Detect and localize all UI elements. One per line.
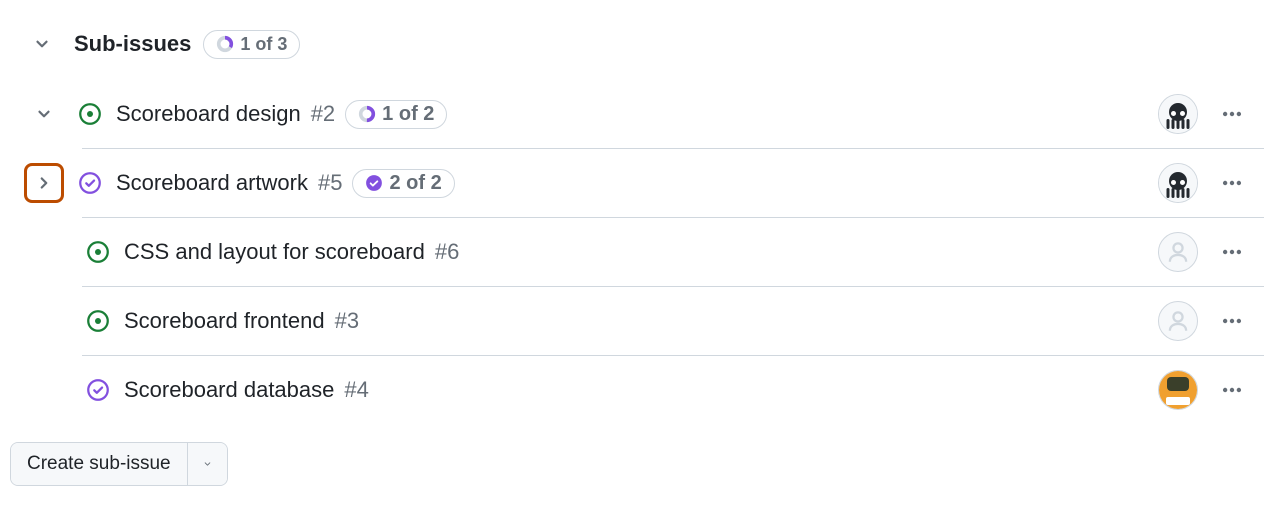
person-icon <box>1165 308 1191 334</box>
create-sub-issue-dropdown[interactable] <box>187 443 227 485</box>
issue-closed-icon <box>84 376 112 404</box>
progress-complete-icon <box>365 174 383 192</box>
kebab-icon <box>1221 103 1243 125</box>
assignee-avatar[interactable] <box>1158 163 1198 203</box>
create-sub-issue-button[interactable]: Create sub-issue <box>11 443 187 485</box>
issue-number: #3 <box>335 308 359 334</box>
issue-open-icon <box>76 100 104 128</box>
kebab-icon <box>1221 310 1243 332</box>
row-actions-button[interactable] <box>1210 241 1254 263</box>
octocat-icon <box>1159 164 1197 202</box>
progress-ring-icon <box>358 105 376 123</box>
assignee-avatar[interactable] <box>1158 94 1198 134</box>
issue-title: Scoreboard artwork <box>116 170 308 196</box>
row-actions-button[interactable] <box>1210 379 1254 401</box>
chevron-down-icon <box>35 105 53 123</box>
sub-issue-footer: Create sub-issue <box>10 442 1264 486</box>
issue-open-icon <box>84 307 112 335</box>
issue-title: Scoreboard database <box>124 377 334 403</box>
create-sub-issue-group: Create sub-issue <box>10 442 228 486</box>
octocat-icon <box>1159 95 1197 133</box>
issue-row[interactable]: CSS and layout for scoreboard #6 <box>10 218 1264 286</box>
person-icon <box>1165 239 1191 265</box>
header-progress-pill: 1 of 3 <box>203 30 300 59</box>
issue-open-icon <box>84 238 112 266</box>
kebab-icon <box>1221 379 1243 401</box>
row-actions-button[interactable] <box>1210 103 1254 125</box>
issue-number: #2 <box>311 101 335 127</box>
header-progress-text: 1 of 3 <box>240 34 287 55</box>
issue-title: Scoreboard design <box>116 101 301 127</box>
expand-toggle[interactable] <box>24 163 64 203</box>
issue-row[interactable]: Scoreboard design #2 1 of 2 <box>10 80 1264 148</box>
issue-row[interactable]: Scoreboard artwork #5 2 of 2 <box>10 149 1264 217</box>
assignee-avatar[interactable] <box>1158 370 1198 410</box>
assignee-avatar-empty[interactable] <box>1158 301 1198 341</box>
row-progress-text: 1 of 2 <box>382 103 434 126</box>
row-actions-button[interactable] <box>1210 310 1254 332</box>
issue-number: #4 <box>344 377 368 403</box>
issue-number: #5 <box>318 170 342 196</box>
expand-toggle[interactable] <box>24 94 64 134</box>
caret-down-icon <box>204 458 211 470</box>
row-progress-pill: 1 of 2 <box>345 100 447 129</box>
hubot-icon <box>1159 371 1197 409</box>
issue-title: Scoreboard frontend <box>124 308 325 334</box>
issue-row[interactable]: Scoreboard frontend #3 <box>10 287 1264 355</box>
kebab-icon <box>1221 241 1243 263</box>
kebab-icon <box>1221 172 1243 194</box>
sub-issues-title: Sub-issues <box>74 31 191 57</box>
chevron-right-icon <box>35 174 53 192</box>
issue-closed-icon <box>76 169 104 197</box>
collapse-toggle[interactable] <box>22 24 62 64</box>
row-actions-button[interactable] <box>1210 172 1254 194</box>
progress-ring-icon <box>216 35 234 53</box>
assignee-avatar-empty[interactable] <box>1158 232 1198 272</box>
row-progress-pill: 2 of 2 <box>352 169 454 198</box>
issue-row[interactable]: Scoreboard database #4 <box>10 356 1264 424</box>
row-progress-text: 2 of 2 <box>389 172 441 195</box>
issue-number: #6 <box>435 239 459 265</box>
issue-title: CSS and layout for scoreboard <box>124 239 425 265</box>
sub-issues-header: Sub-issues 1 of 3 <box>10 16 1264 80</box>
chevron-down-icon <box>33 35 51 53</box>
